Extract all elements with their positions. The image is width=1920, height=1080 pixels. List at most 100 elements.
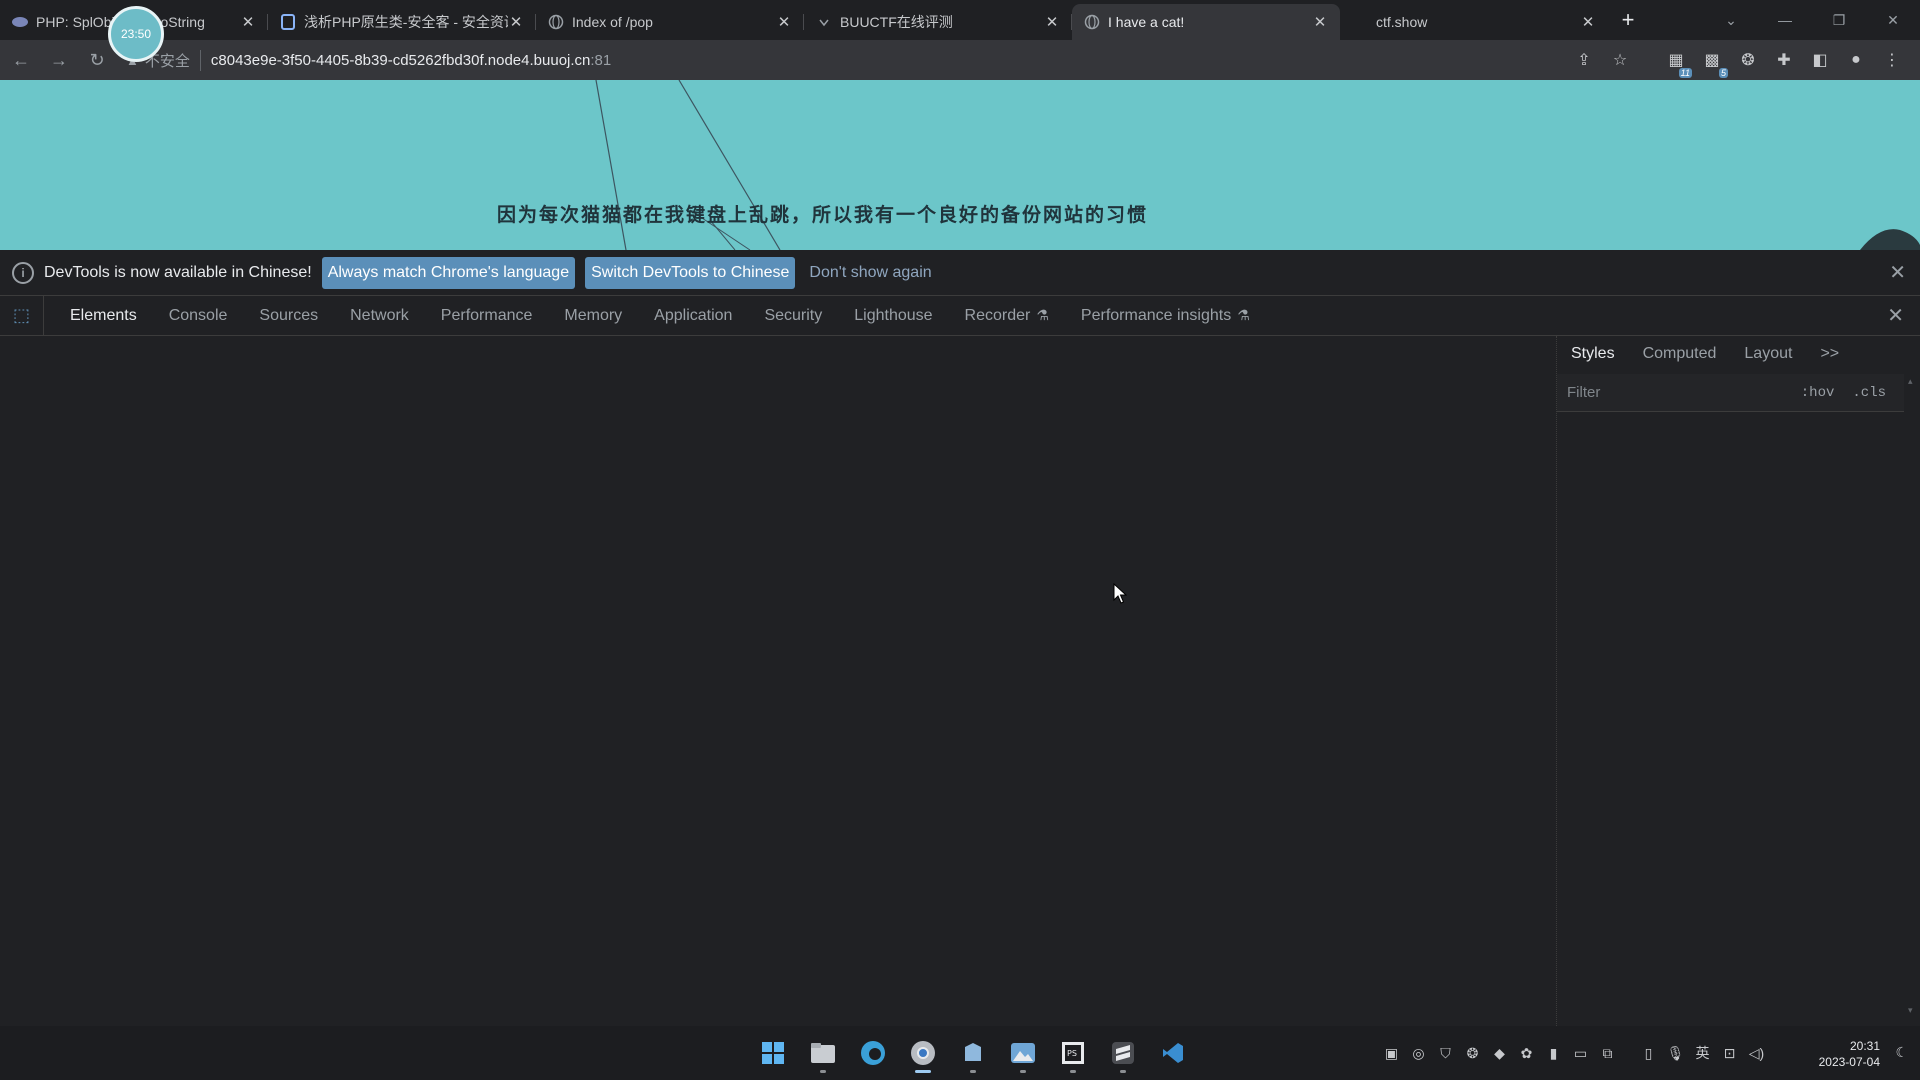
profile-icon[interactable]: ● [1838, 51, 1874, 69]
tray-shield-icon[interactable]: ⛉ [1432, 1045, 1459, 1062]
tray-app-icon[interactable]: ❂ [1459, 1045, 1486, 1062]
styles-filter-input[interactable] [1567, 384, 1801, 401]
close-icon[interactable]: ✕ [1312, 13, 1328, 31]
doc-icon [280, 14, 296, 30]
tab-security[interactable]: Security [764, 307, 822, 325]
edge-icon[interactable] [848, 1033, 898, 1073]
share-icon[interactable]: ⇪ [1566, 50, 1602, 70]
buu-icon [816, 14, 832, 30]
close-devtools-icon[interactable]: ✕ [1887, 303, 1904, 328]
address-bar[interactable]: ▲ 不安全 c8043e9e-3f50-4405-8b39-cd5262fbd3… [126, 45, 1566, 75]
app-icon[interactable] [948, 1033, 998, 1073]
svg-text:PS: PS [1067, 1049, 1077, 1058]
tab-search-icon[interactable]: ⌄ [1704, 12, 1758, 29]
network-icon[interactable]: ⊡ [1716, 1045, 1743, 1062]
tab-ctfshow[interactable]: ctf.show ✕ [1340, 4, 1608, 40]
tray-app-icon[interactable]: ✿ [1513, 1045, 1540, 1062]
start-icon[interactable] [748, 1033, 798, 1073]
experiment-flask-icon: ⚗ [1237, 306, 1250, 323]
page-viewport: 因为每次猫猫都在我键盘上乱跳，所以我有一个良好的备份网站的习惯 [0, 80, 1920, 250]
system-clock[interactable]: 20:31 2023-07-04 [1819, 1038, 1880, 1070]
tab-network[interactable]: Network [350, 307, 409, 325]
close-icon[interactable]: ✕ [1889, 260, 1906, 285]
devtools-language-infobar: i DevTools is now available in Chinese! … [0, 250, 1920, 296]
tab-lighthouse[interactable]: Lighthouse [854, 307, 932, 325]
forward-button[interactable]: → [42, 43, 76, 77]
recording-timer: 23:50 [108, 6, 164, 62]
globe-icon [548, 14, 564, 30]
extension-badge: 11 [1678, 68, 1692, 78]
tray-monitor-icon[interactable]: ⧉ [1594, 1045, 1621, 1062]
styles-sidebar: Styles Computed Layout >> :hov .cls [1556, 336, 1920, 1026]
more-tabs-icon[interactable]: >> [1820, 345, 1839, 363]
tab-recorder[interactable]: Recorder ⚗ [965, 307, 1049, 325]
tab-application[interactable]: Application [654, 307, 732, 325]
minimize-button[interactable]: — [1758, 12, 1812, 28]
tab-title: 浅析PHP原生类-安全客 - 安全资讯 [304, 14, 508, 30]
close-icon[interactable]: ✕ [508, 13, 524, 31]
toolbar-actions: ⇪ ☆ ▦ 11 ▩ 5 ❂ ✚ ◧ ● ⋮ [1566, 50, 1910, 78]
notification-icon[interactable]: ☾ [1895, 1044, 1908, 1061]
maximize-button[interactable]: ❐ [1812, 12, 1866, 29]
tab-performance[interactable]: Performance [441, 307, 533, 325]
close-icon[interactable]: ✕ [1044, 13, 1060, 31]
cls-toggle[interactable]: .cls [1852, 385, 1886, 401]
extension-icon[interactable]: ▩ 5 [1694, 50, 1730, 78]
tab-memory[interactable]: Memory [564, 307, 622, 325]
tray-app-icon[interactable]: ◆ [1486, 1045, 1513, 1062]
close-icon[interactable]: ✕ [776, 13, 792, 31]
tab-index-pop[interactable]: Index of /pop ✕ [536, 4, 804, 40]
tab-sources[interactable]: Sources [259, 307, 318, 325]
tab-console[interactable]: Console [169, 307, 228, 325]
extension-icon[interactable]: ❂ [1730, 50, 1766, 70]
phpstorm-icon[interactable]: PS [1048, 1033, 1098, 1073]
tab-styles[interactable]: Styles [1571, 345, 1615, 363]
tray-app-icon[interactable]: ▮ [1540, 1045, 1567, 1062]
side-panel-icon[interactable]: ◧ [1802, 50, 1838, 70]
tray-camera-icon[interactable]: ◎ [1405, 1045, 1432, 1062]
tab-elements[interactable]: Elements [70, 307, 137, 325]
tab-i-have-a-cat[interactable]: I have a cat! ✕ [1072, 4, 1340, 40]
tab-layout[interactable]: Layout [1744, 345, 1792, 363]
volume-icon[interactable]: ◁) [1743, 1045, 1770, 1062]
new-tab-button[interactable]: + [1610, 2, 1646, 38]
info-icon: i [12, 261, 34, 284]
close-icon[interactable]: ✕ [240, 13, 256, 31]
tray-display-icon[interactable]: ▭ [1567, 1045, 1594, 1062]
tab-title: I have a cat! [1108, 14, 1185, 30]
microphone-icon[interactable]: 🎙 [1662, 1045, 1689, 1062]
styles-scrollbar[interactable] [1908, 376, 1916, 1016]
hov-toggle[interactable]: :hov [1801, 385, 1835, 401]
system-tray: ▣ ◎ ⛉ ❂ ◆ ✿ ▮ ▭ ⧉ ▯ 🎙 英 ⊡ ◁) [1378, 1026, 1770, 1080]
window-controls: ⌄ — ❐ ✕ [1704, 0, 1920, 40]
reload-button[interactable]: ↻ [80, 43, 114, 77]
extensions-puzzle-icon[interactable]: ✚ [1766, 50, 1802, 70]
tray-app-icon[interactable]: ▣ [1378, 1045, 1405, 1062]
switch-to-chinese-button[interactable]: Switch DevTools to Chinese [585, 256, 796, 289]
sublime-icon[interactable] [1098, 1033, 1148, 1073]
tab-title: Index of /pop [572, 14, 653, 30]
battery-icon[interactable]: ▯ [1635, 1045, 1662, 1062]
menu-icon[interactable]: ⋮ [1874, 50, 1910, 70]
windows-taskbar: PS ▣ ◎ ⛉ ❂ ◆ ✿ ▮ ▭ ⧉ ▯ 🎙 英 ⊡ ◁) 20:31 20… [0, 1026, 1920, 1080]
vscode-icon[interactable] [1148, 1033, 1198, 1073]
always-match-language-button[interactable]: Always match Chrome's language [321, 256, 576, 289]
experiment-flask-icon: ⚗ [1036, 306, 1049, 323]
ime-indicator[interactable]: 英 [1689, 1043, 1716, 1063]
back-button[interactable]: ← [4, 43, 38, 77]
chrome-icon[interactable] [898, 1033, 948, 1073]
close-icon[interactable]: ✕ [1580, 13, 1596, 31]
photos-icon[interactable] [998, 1033, 1048, 1073]
tab-computed[interactable]: Computed [1643, 345, 1717, 363]
tab-anquanke[interactable]: 浅析PHP原生类-安全客 - 安全资讯 ✕ [268, 4, 536, 40]
inspect-element-icon[interactable]: ⬚ [0, 295, 44, 336]
close-window-button[interactable]: ✕ [1866, 12, 1920, 29]
file-explorer-icon[interactable] [798, 1033, 848, 1073]
tab-performance-insights[interactable]: Performance insights ⚗ [1081, 307, 1250, 325]
extension-icon[interactable]: ▦ 11 [1658, 50, 1694, 78]
dont-show-again-link[interactable]: Don't show again [809, 264, 931, 282]
tab-buuctf[interactable]: BUUCTF在线评测 ✕ [804, 4, 1072, 40]
tab-title: BUUCTF在线评测 [840, 14, 953, 30]
bookmark-star-icon[interactable]: ☆ [1602, 50, 1638, 70]
clock-time: 20:31 [1849, 1039, 1880, 1053]
